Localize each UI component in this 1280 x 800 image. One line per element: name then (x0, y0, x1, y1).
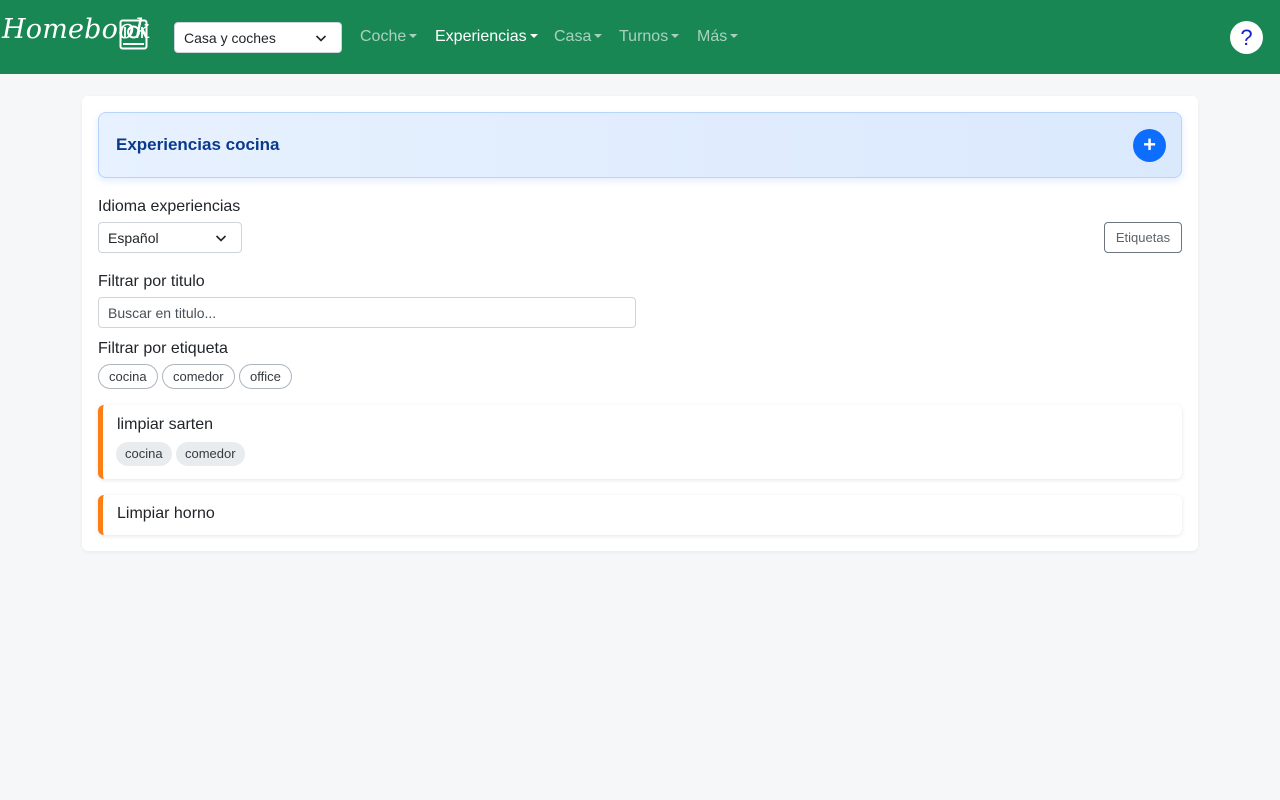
tags-button[interactable]: Etiquetas (1104, 222, 1182, 253)
caret-down-icon (529, 34, 538, 38)
nav-turnos[interactable]: Turnos (619, 28, 680, 46)
nav-casa[interactable]: Casa (554, 28, 603, 46)
caret-down-icon (409, 34, 418, 38)
experience-tag: comedor (176, 442, 245, 466)
group-select-value: Casa y coches (184, 30, 276, 46)
chevron-down-icon (215, 235, 227, 242)
nav-casa-label: Casa (554, 28, 592, 45)
help-button[interactable]: ? (1230, 21, 1263, 54)
language-select[interactable]: Español (98, 222, 242, 253)
group-select[interactable]: Casa y coches (174, 22, 342, 53)
language-label: Idioma experiencias (98, 198, 241, 215)
caret-down-icon (730, 34, 739, 38)
chevron-down-icon (315, 35, 327, 42)
nav-experiencias[interactable]: Experiencias (435, 28, 538, 46)
experience-tag: cocina (116, 442, 172, 466)
title-filter-label: Filtrar por titulo (98, 273, 205, 290)
nav-experiencias-label: Experiencias (435, 28, 527, 45)
top-navbar: Homebook Casa y coches Coche Experiencia… (0, 0, 1280, 74)
page-title: Experiencias cocina (116, 135, 280, 154)
experience-item[interactable]: limpiar sarten cocina comedor (98, 405, 1182, 479)
add-experience-button[interactable]: + (1133, 129, 1166, 162)
nav-mas[interactable]: Más (697, 28, 739, 46)
tag-filter-office[interactable]: office (239, 364, 292, 389)
kitchen-book-icon (119, 19, 148, 50)
nav-turnos-label: Turnos (619, 28, 669, 45)
nav-coche[interactable]: Coche (360, 28, 418, 46)
experience-title: Limpiar horno (117, 505, 215, 522)
caret-down-icon (671, 34, 680, 38)
nav-coche-label: Coche (360, 28, 407, 45)
tag-filter-label: Filtrar por etiqueta (98, 340, 228, 357)
experiences-header: Experiencias cocina + (98, 112, 1182, 178)
tag-filter-comedor[interactable]: comedor (162, 364, 235, 389)
title-search-input[interactable] (98, 297, 636, 328)
caret-down-icon (594, 34, 603, 38)
experiences-card: Experiencias cocina + Idioma experiencia… (82, 96, 1198, 551)
language-select-value: Español (108, 230, 159, 246)
tag-filter-cocina[interactable]: cocina (98, 364, 158, 389)
nav-mas-label: Más (697, 28, 728, 45)
experience-item[interactable]: Limpiar horno (98, 495, 1182, 535)
experience-title: limpiar sarten (117, 416, 214, 433)
